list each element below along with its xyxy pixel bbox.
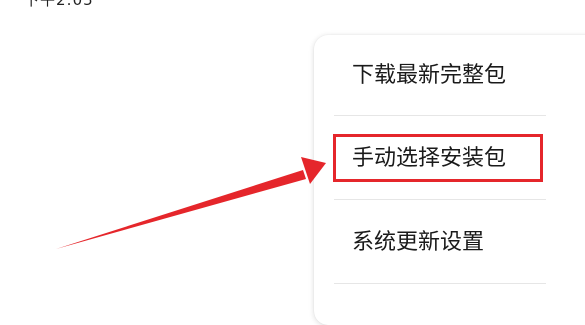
menu-divider (334, 115, 546, 116)
menu-divider (334, 199, 546, 200)
highlight-box (333, 134, 543, 182)
status-icons (489, 0, 579, 6)
menu-item-system-update-settings[interactable]: 系统更新设置 (352, 230, 484, 256)
menu-item-download-full-package[interactable]: 下载最新完整包 (352, 63, 506, 89)
status-time: 下午2:05 (24, 0, 94, 9)
menu-divider (334, 283, 546, 284)
